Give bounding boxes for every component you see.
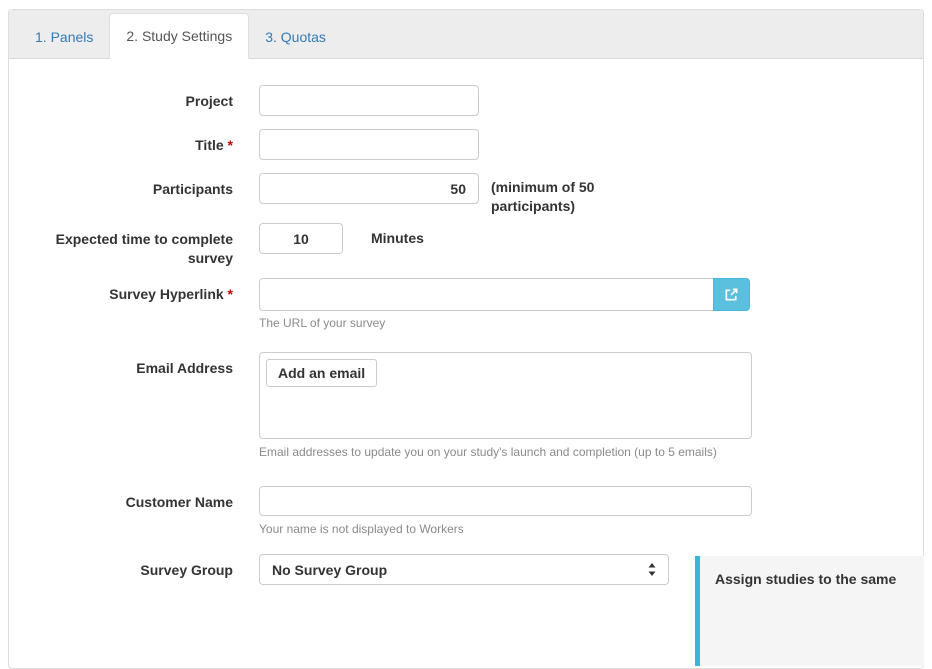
survey-group-select[interactable]: No Survey Group bbox=[259, 554, 669, 585]
title-input[interactable] bbox=[259, 129, 479, 160]
project-label: Project bbox=[9, 85, 259, 111]
tab-bar: 1. Panels 2. Study Settings 3. Quotas bbox=[9, 10, 923, 59]
participants-minimum-note: (minimum of 50 participants) bbox=[491, 173, 641, 216]
title-label: Title * bbox=[9, 129, 259, 155]
expected-time-label: Expected time to complete survey bbox=[9, 223, 259, 268]
select-stepper-icon bbox=[648, 563, 656, 576]
customer-name-input[interactable] bbox=[259, 486, 752, 516]
title-label-text: Title bbox=[195, 137, 224, 153]
survey-group-label: Survey Group bbox=[9, 554, 259, 580]
study-settings-panel: 1. Panels 2. Study Settings 3. Quotas Pr… bbox=[8, 9, 924, 669]
expected-time-input[interactable] bbox=[259, 223, 343, 254]
external-link-icon bbox=[724, 287, 739, 302]
callout-text: Assign studies to the same bbox=[715, 571, 896, 587]
survey-group-selected-option: No Survey Group bbox=[272, 562, 387, 578]
participants-row: Participants (minimum of 50 participants… bbox=[9, 173, 923, 216]
email-list-box[interactable]: Add an email bbox=[259, 352, 752, 439]
participants-input[interactable] bbox=[259, 173, 479, 204]
participants-label: Participants bbox=[9, 173, 259, 199]
survey-hyperlink-input[interactable] bbox=[259, 278, 714, 311]
project-row: Project bbox=[9, 85, 923, 116]
minutes-unit-label: Minutes bbox=[371, 223, 424, 246]
expected-time-row: Expected time to complete survey Minutes bbox=[9, 223, 923, 268]
survey-hyperlink-help: The URL of your survey bbox=[259, 316, 750, 330]
tab-study-settings[interactable]: 2. Study Settings bbox=[109, 13, 249, 59]
survey-group-info-callout: Assign studies to the same bbox=[695, 556, 924, 666]
customer-name-label: Customer Name bbox=[9, 486, 259, 512]
survey-hyperlink-label: Survey Hyperlink * bbox=[9, 278, 259, 304]
customer-name-help: Your name is not displayed to Workers bbox=[259, 522, 752, 536]
tab-quotas[interactable]: 3. Quotas bbox=[249, 16, 342, 58]
study-settings-form: Project Title * Participants (minimum of… bbox=[9, 59, 923, 585]
email-address-help: Email addresses to update you on your st… bbox=[259, 445, 752, 459]
required-asterisk: * bbox=[228, 137, 233, 153]
open-link-button[interactable] bbox=[713, 278, 750, 311]
email-address-row: Email Address Add an email Email address… bbox=[9, 352, 923, 459]
add-email-button[interactable]: Add an email bbox=[266, 359, 377, 387]
project-input[interactable] bbox=[259, 85, 479, 116]
survey-hyperlink-row: Survey Hyperlink * The URL bbox=[9, 278, 923, 330]
email-address-label: Email Address bbox=[9, 352, 259, 378]
survey-hyperlink-label-text: Survey Hyperlink bbox=[109, 286, 223, 302]
required-asterisk: * bbox=[228, 286, 233, 302]
customer-name-row: Customer Name Your name is not displayed… bbox=[9, 486, 923, 536]
tab-panels[interactable]: 1. Panels bbox=[19, 16, 109, 58]
title-row: Title * bbox=[9, 129, 923, 160]
